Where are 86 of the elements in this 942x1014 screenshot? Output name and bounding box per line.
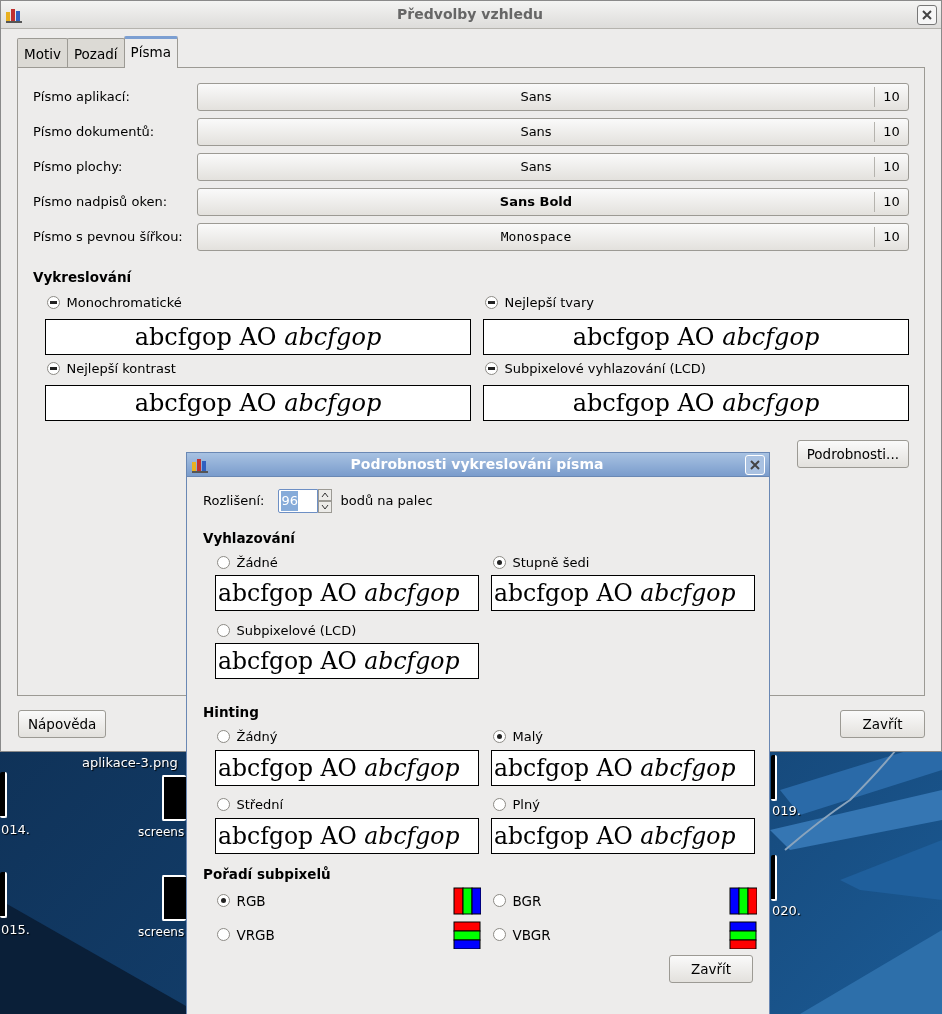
font-preview: abcfgop AO abcfgop xyxy=(45,385,471,422)
decrement-button[interactable] xyxy=(318,501,333,513)
file-label[interactable]: 014. xyxy=(1,820,30,840)
field-label: Rozlišení: xyxy=(203,492,265,511)
file-thumbnail-icon[interactable] xyxy=(771,755,777,801)
file-thumbnail-icon[interactable] xyxy=(162,875,186,921)
font-preview: abcfgop AO abcfgop xyxy=(491,749,755,786)
font-preview: abcfgop AO abcfgop xyxy=(483,385,909,422)
radio-button[interactable] xyxy=(217,623,230,637)
option-label[interactable]: RGB xyxy=(236,890,447,911)
field-label: Písmo aplikací: xyxy=(33,88,131,107)
close-button[interactable]: Zavřít xyxy=(840,710,925,738)
file-label[interactable]: aplikace-3.png xyxy=(82,753,178,773)
option-label[interactable]: VBGR xyxy=(512,924,723,945)
font-preview: abcfgop AO abcfgop xyxy=(215,817,479,854)
file-thumbnail-icon[interactable] xyxy=(771,855,777,901)
file-thumbnail-icon[interactable] xyxy=(0,772,7,818)
close-button[interactable]: Zavřít xyxy=(669,954,753,983)
file-label[interactable]: screens xyxy=(138,823,185,841)
field-label: Písmo plochy: xyxy=(33,158,124,177)
radio-button[interactable] xyxy=(493,894,506,908)
close-icon xyxy=(749,458,761,471)
window-title: Předvolby vzhledu xyxy=(396,5,544,24)
file-label[interactable]: 020. xyxy=(772,901,801,921)
radio-button[interactable] xyxy=(217,894,230,908)
option-label[interactable]: Nejlepší tvary xyxy=(504,292,594,312)
file-label[interactable]: screens xyxy=(138,923,185,941)
radio-button[interactable] xyxy=(493,555,506,569)
font-preview: abcfgop AO abcfgop xyxy=(483,319,909,356)
file-thumbnail-icon[interactable] xyxy=(162,775,186,821)
font-preview: abcfgop AO abcfgop xyxy=(215,749,479,786)
section-heading: Hinting xyxy=(203,703,260,723)
font-preview: abcfgop AO abcfgop xyxy=(215,575,479,612)
font-preview: abcfgop AO abcfgop xyxy=(491,817,755,854)
option-label[interactable]: Nejlepší kontrast xyxy=(66,358,176,378)
font-picker-button[interactable]: Sans 10 xyxy=(197,83,909,111)
option-label[interactable]: Žádné xyxy=(236,552,278,572)
field-label: Písmo nadpisů oken: xyxy=(33,193,169,212)
option-label[interactable]: Monochromatické xyxy=(66,292,182,312)
radio-button[interactable] xyxy=(493,798,506,811)
increment-button[interactable] xyxy=(318,489,333,501)
tab[interactable]: Písma xyxy=(123,35,178,68)
details-button[interactable]: Podrobnosti... xyxy=(796,440,909,469)
option-label[interactable]: Subpixelové vyhlazování (LCD) xyxy=(504,358,706,378)
option-label[interactable]: Plný xyxy=(512,794,540,815)
chevron-up-icon xyxy=(321,492,330,498)
radio-button[interactable] xyxy=(47,295,60,309)
help-button[interactable]: Nápověda xyxy=(18,710,107,738)
font-preview: abcfgop AO abcfgop xyxy=(215,643,479,680)
close-button[interactable] xyxy=(917,4,937,25)
field-label: Písmo s pevnou šířkou: xyxy=(33,228,184,247)
font-picker-button[interactable]: Sans 10 xyxy=(197,118,909,146)
option-label[interactable]: Střední xyxy=(236,794,283,815)
radio-button[interactable] xyxy=(217,555,230,569)
option-label[interactable]: VRGB xyxy=(236,924,447,945)
option-label[interactable]: Subpixelové (LCD) xyxy=(236,620,357,640)
section-heading: Vykreslování xyxy=(33,268,133,287)
window-title: Podrobnosti vykreslování písma xyxy=(349,455,605,474)
tab[interactable]: Pozadí xyxy=(66,37,125,67)
radio-button[interactable] xyxy=(493,928,506,942)
file-thumbnail-icon[interactable] xyxy=(0,872,7,918)
font-picker-button[interactable]: Sans 10 xyxy=(197,153,909,181)
option-label[interactable]: Stupně šedi xyxy=(512,552,590,572)
font-preview: abcfgop AO abcfgop xyxy=(45,319,471,356)
radio-button[interactable] xyxy=(485,295,498,309)
file-label[interactable]: 015. xyxy=(1,920,30,940)
option-label[interactable]: Malý xyxy=(512,726,543,747)
option-label[interactable]: BGR xyxy=(512,890,723,911)
font-preview: abcfgop AO abcfgop xyxy=(491,575,755,612)
radio-button[interactable] xyxy=(493,730,506,743)
radio-button[interactable] xyxy=(217,928,230,942)
radio-button[interactable] xyxy=(47,361,60,375)
font-picker-button[interactable]: Sans Bold 10 xyxy=(197,188,909,216)
option-label[interactable]: Žádný xyxy=(236,726,278,747)
section-heading: Vyhlazování xyxy=(203,529,296,548)
radio-button[interactable] xyxy=(217,730,230,743)
tab[interactable]: Motiv xyxy=(17,37,68,67)
font-picker-button[interactable]: Monospace 10 xyxy=(197,223,909,251)
radio-button[interactable] xyxy=(485,361,498,375)
close-icon xyxy=(921,8,933,21)
field-label: Písmo dokumentů: xyxy=(33,123,156,142)
chevron-down-icon xyxy=(321,504,330,510)
file-label[interactable]: 019. xyxy=(772,801,801,821)
section-heading: Pořadí subpixelů xyxy=(203,864,332,884)
unit-label: bodů na palec xyxy=(340,492,433,511)
radio-button[interactable] xyxy=(217,798,230,811)
